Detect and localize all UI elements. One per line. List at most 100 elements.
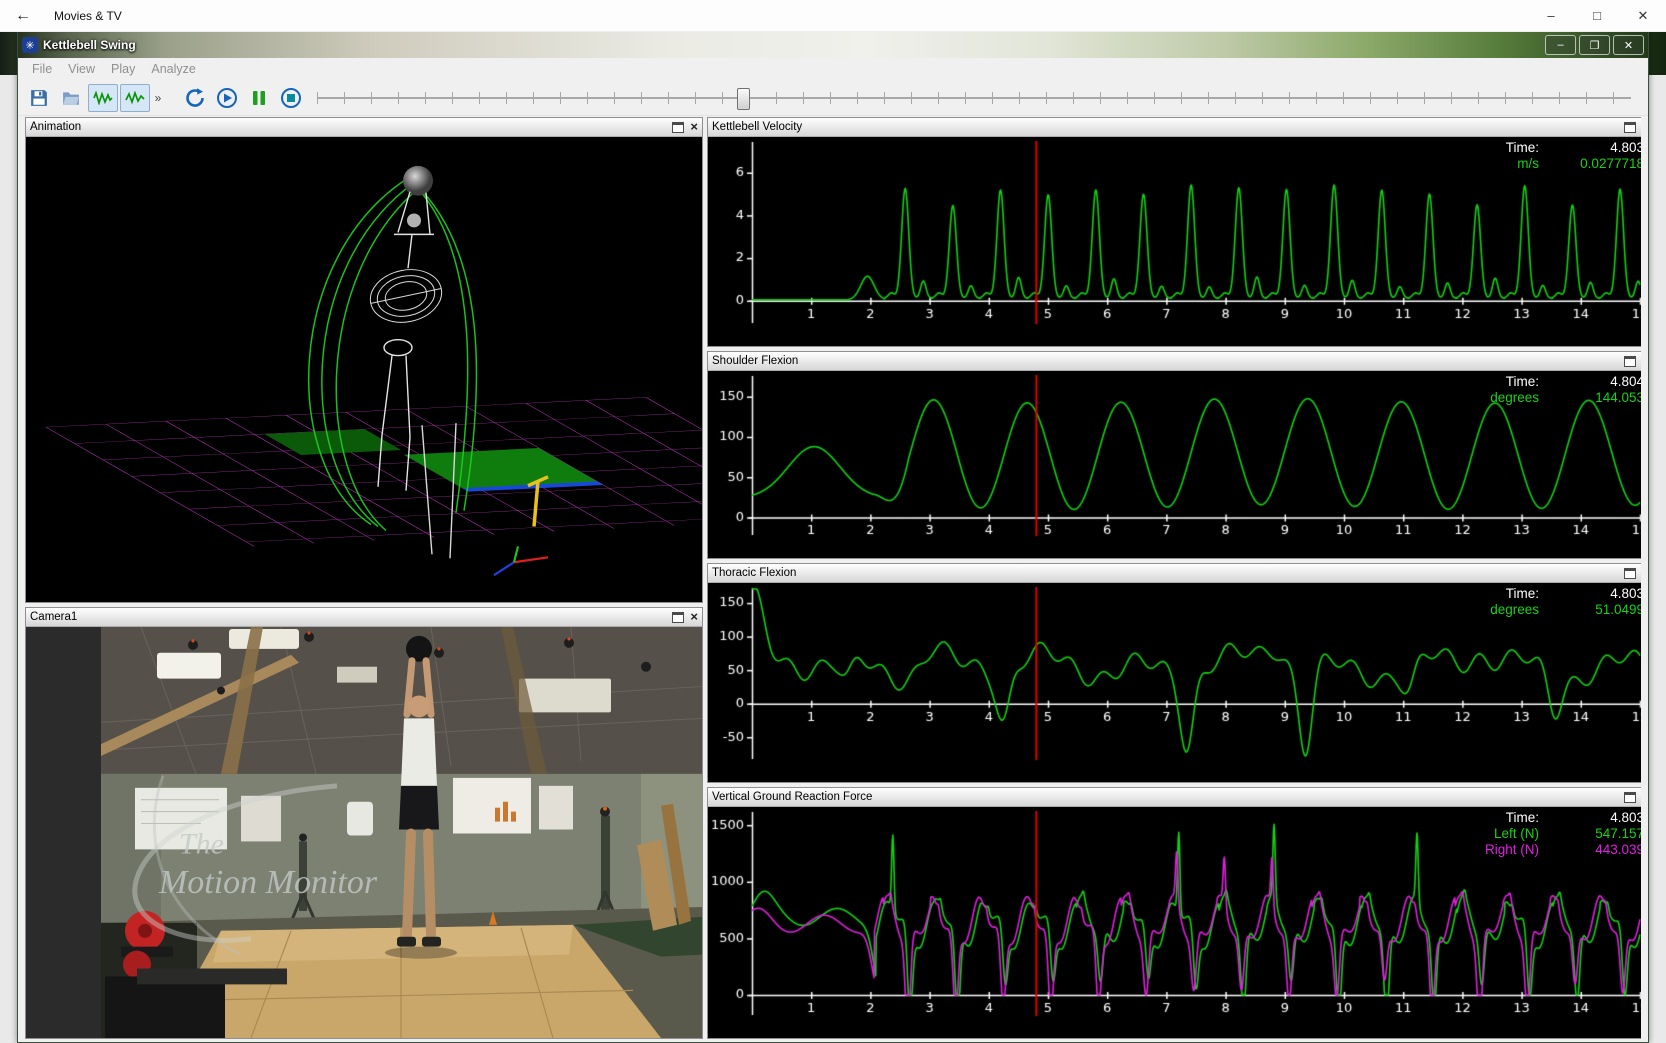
- menubar: File View Play Analyze: [18, 58, 1648, 80]
- athlete-shirt: [401, 718, 437, 786]
- chart-panel-titlebar[interactable]: Kettlebell Velocity ×: [708, 118, 1641, 137]
- outer-titlebar: ← Movies & TV – □ ✕: [0, 0, 1666, 32]
- pause-icon: [249, 88, 269, 108]
- pause-button[interactable]: [244, 84, 274, 112]
- waveform-icon: [125, 91, 145, 105]
- back-icon[interactable]: ←: [0, 0, 46, 31]
- camera-video-frame: The Motion Monitor: [101, 627, 702, 1038]
- menu-view[interactable]: View: [60, 60, 103, 78]
- ceiling-light: [519, 679, 611, 713]
- camera-video-view: The Motion Monitor: [26, 627, 702, 1038]
- camera-panel-titlebar[interactable]: Camera1 ×: [26, 608, 702, 627]
- outer-window-title: Movies & TV: [54, 9, 1528, 23]
- panel-title: Shoulder Flexion: [712, 355, 1624, 367]
- app-title: Kettlebell Swing: [43, 38, 1542, 52]
- outer-maximize-button[interactable]: □: [1574, 0, 1620, 31]
- athlete-shorts: [399, 786, 439, 830]
- toolbar-overflow-chevron[interactable]: »: [151, 91, 165, 105]
- readout-value: 547.157: [1549, 826, 1641, 841]
- panel-title: Camera1: [30, 611, 672, 623]
- panel-title: Vertical Ground Reaction Force: [712, 791, 1624, 803]
- workspace: Animation ×: [25, 115, 1641, 1041]
- watermark-the: The: [179, 827, 224, 860]
- float-panel-icon[interactable]: [1624, 122, 1636, 133]
- app-window: ✳ Kettlebell Swing – ❐ ✕ File View Play …: [17, 31, 1649, 1043]
- readout-label: Time:: [1506, 140, 1539, 155]
- readout-label: degrees: [1490, 602, 1539, 617]
- panel-title: Kettlebell Velocity: [712, 121, 1624, 133]
- app-minimize-button[interactable]: –: [1545, 35, 1576, 55]
- timeline-track[interactable]: [317, 97, 1631, 99]
- kettlebell-velocity-chart[interactable]: [708, 137, 1641, 346]
- readout-value: 4.803: [1549, 140, 1641, 155]
- stop-button[interactable]: [276, 84, 306, 112]
- float-panel-icon[interactable]: [1624, 792, 1636, 803]
- rewind-button[interactable]: [180, 84, 210, 112]
- panel-kettlebell-velocity: Kettlebell Velocity × Time: 4.803 m/s 0.…: [707, 117, 1641, 347]
- readout-value: 4.804: [1549, 374, 1641, 389]
- menu-analyze[interactable]: Analyze: [143, 60, 203, 78]
- open-folder-icon: [62, 89, 80, 107]
- readout-value: 0.0277718: [1549, 156, 1641, 171]
- timeline-thumb[interactable]: [737, 88, 750, 110]
- play-icon: [216, 87, 238, 109]
- chart-readout: Time: 4.803 Left (N) 547.157 Right (N) 4…: [1485, 810, 1641, 857]
- panel-title: Animation: [30, 121, 672, 133]
- watermark-motion-monitor: Motion Monitor: [158, 864, 378, 901]
- rewind-icon: [184, 87, 206, 109]
- save-button[interactable]: [24, 84, 54, 112]
- panel-animation: Animation ×: [25, 117, 703, 603]
- readout-label: Right (N): [1485, 842, 1539, 857]
- readout-value: 144.053: [1549, 390, 1641, 405]
- towel: [347, 802, 373, 836]
- animation-3d-view[interactable]: [26, 137, 702, 602]
- chart-panel-titlebar[interactable]: Vertical Ground Reaction Force ×: [708, 788, 1641, 807]
- chart-readout: Time: 4.804 degrees 144.053: [1490, 374, 1641, 405]
- readout-value: 51.0499: [1549, 602, 1641, 617]
- athlete-head: [408, 696, 430, 718]
- kettlebell-3d: [403, 166, 433, 196]
- readout-value: 443.039: [1549, 842, 1641, 857]
- stop-icon: [280, 87, 302, 109]
- play-button[interactable]: [212, 84, 242, 112]
- graph-window-toggle[interactable]: [88, 84, 118, 112]
- animation-panel-titlebar[interactable]: Animation ×: [26, 118, 702, 137]
- menu-play[interactable]: Play: [103, 60, 143, 78]
- open-file-button[interactable]: [56, 84, 86, 112]
- chart-readout: Time: 4.803 degrees 51.0499: [1490, 586, 1641, 617]
- readout-value: 4.803: [1549, 810, 1641, 825]
- close-panel-icon[interactable]: ×: [690, 612, 698, 622]
- float-panel-icon[interactable]: [672, 612, 684, 623]
- camera-scene: The Motion Monitor: [26, 627, 702, 1038]
- panel-title: Thoracic Flexion: [712, 567, 1624, 579]
- kettlebell: [406, 636, 432, 662]
- readout-label: Left (N): [1485, 826, 1539, 841]
- readout-label: Time:: [1485, 810, 1539, 825]
- readout-label: m/s: [1506, 156, 1539, 171]
- save-icon: [30, 89, 48, 107]
- waveform-icon: [93, 91, 113, 105]
- ceiling-light: [157, 653, 221, 679]
- outer-minimize-button[interactable]: –: [1528, 0, 1574, 31]
- close-panel-icon[interactable]: ×: [690, 122, 698, 132]
- menu-file[interactable]: File: [24, 60, 60, 78]
- chart-panel-titlebar[interactable]: Thoracic Flexion ×: [708, 564, 1641, 583]
- app-close-button[interactable]: ✕: [1613, 35, 1644, 55]
- panel-vertical-grf: Vertical Ground Reaction Force × Time: 4…: [707, 787, 1641, 1039]
- panel-shoulder-flexion: Shoulder Flexion × Time: 4.804 degrees 1…: [707, 351, 1641, 559]
- float-panel-icon[interactable]: [1624, 356, 1636, 367]
- skeleton-scene: [26, 137, 702, 602]
- toolbar: »: [18, 80, 1648, 116]
- panel-thoracic-flexion: Thoracic Flexion × Time: 4.803 degrees 5…: [707, 563, 1641, 783]
- screen: ← Movies & TV – □ ✕ ✳ Kettlebell Swing –…: [0, 0, 1666, 1043]
- app-titlebar[interactable]: ✳ Kettlebell Swing – ❐ ✕: [18, 32, 1648, 58]
- float-panel-icon[interactable]: [672, 122, 684, 133]
- timeline-slider[interactable]: [317, 87, 1631, 109]
- app-icon: ✳: [22, 37, 38, 53]
- skeleton-head: [407, 214, 421, 228]
- app-restore-button[interactable]: ❐: [1579, 35, 1610, 55]
- chart-panel-titlebar[interactable]: Shoulder Flexion ×: [708, 352, 1641, 371]
- float-panel-icon[interactable]: [1624, 568, 1636, 579]
- graph-report-toggle[interactable]: [120, 84, 150, 112]
- outer-close-button[interactable]: ✕: [1620, 0, 1666, 31]
